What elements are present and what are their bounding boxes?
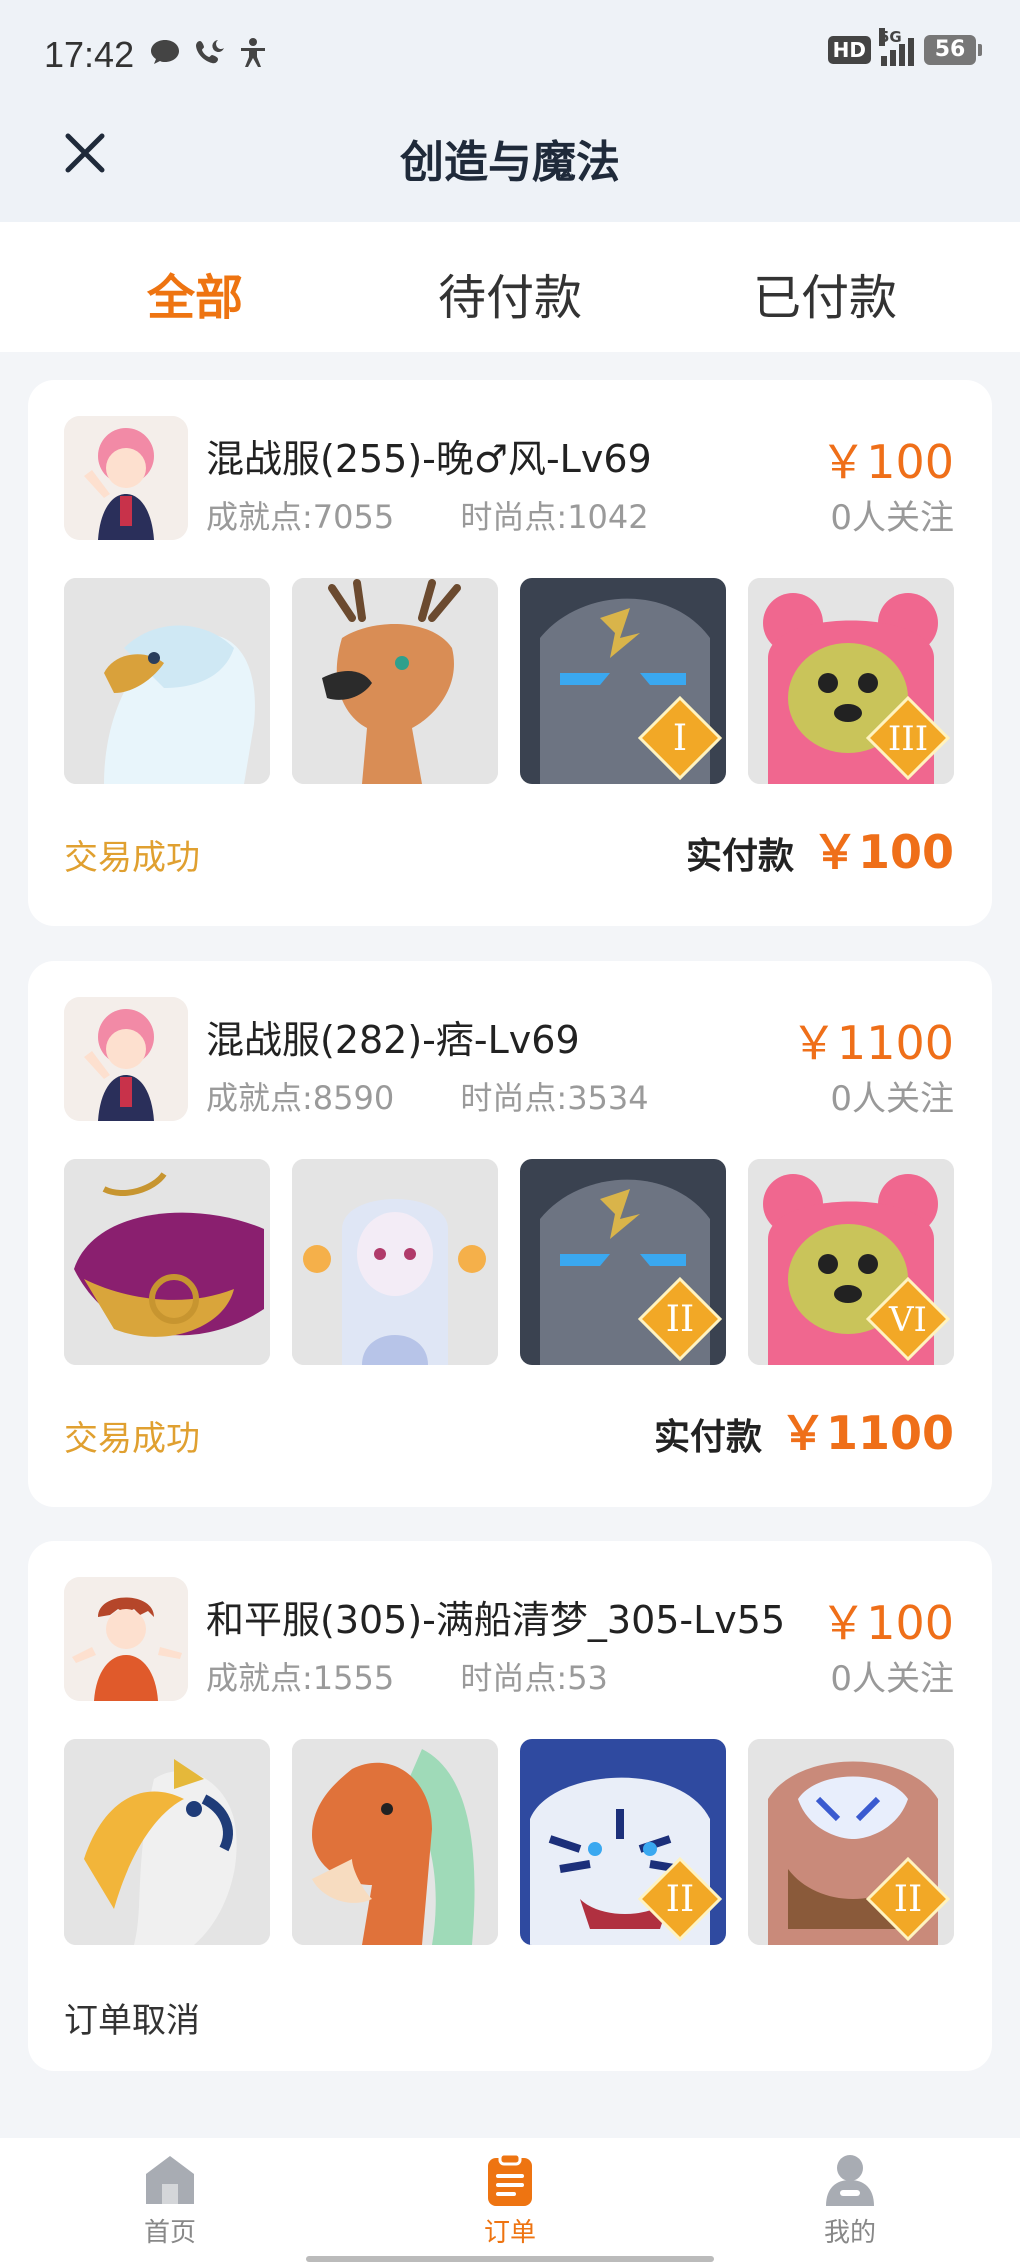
fashion-points: 时尚点:53 bbox=[460, 1659, 608, 1697]
follower-count: 0人关注 bbox=[830, 498, 954, 538]
nav-home[interactable]: 首页 bbox=[70, 2152, 270, 2249]
girl-character-icon bbox=[64, 416, 188, 540]
nav-profile[interactable]: 我的 bbox=[750, 2152, 950, 2249]
account-stats: 成就点:8590 时尚点:3534 bbox=[206, 1073, 649, 1119]
pet-thumbnail[interactable] bbox=[292, 1739, 498, 1945]
pet-rank: II bbox=[666, 1299, 694, 1340]
order-price: ￥1100 bbox=[790, 1016, 954, 1070]
character-avatar bbox=[64, 997, 188, 1121]
pet-rank: II bbox=[894, 1879, 922, 1920]
deer-pet-icon bbox=[292, 578, 498, 784]
pet-thumbnail[interactable]: III bbox=[748, 578, 954, 784]
stone-beast-pet-icon: I bbox=[520, 578, 726, 784]
status-bar: 17:42 HD 5G 56 bbox=[0, 0, 1020, 110]
white-tiger-pet-icon: II bbox=[520, 1739, 726, 1945]
home-indicator[interactable] bbox=[306, 2256, 714, 2262]
account-stats: 成就点:1555 时尚点:53 bbox=[206, 1653, 608, 1699]
nav-orders[interactable]: 订单 bbox=[410, 2152, 610, 2249]
golden-whale-pet-icon bbox=[64, 1159, 270, 1365]
paid-label: 实付款 bbox=[685, 836, 794, 877]
header-bar: 创造与魔法 bbox=[0, 110, 1020, 222]
message-icon bbox=[151, 40, 179, 64]
page-title: 创造与魔法 bbox=[400, 137, 620, 188]
white-eagle-pet-icon bbox=[64, 578, 270, 784]
paid-amount: ￥1100 bbox=[779, 1406, 954, 1460]
order-status: 交易成功 bbox=[64, 1419, 200, 1459]
girl-character-icon bbox=[64, 997, 188, 1121]
achievement-points: 成就点:8590 bbox=[206, 1079, 395, 1117]
account-name: 混战服(282)-痞-Lv69 bbox=[206, 1018, 580, 1062]
order-price: ￥100 bbox=[820, 435, 954, 489]
pet-thumbnail[interactable]: II bbox=[520, 1739, 726, 1945]
order-icon bbox=[488, 2152, 532, 2206]
pet-thumbnail[interactable]: I bbox=[520, 578, 726, 784]
follower-count: 0人关注 bbox=[830, 1079, 954, 1119]
pink-bear-pet-icon: VI bbox=[748, 1159, 954, 1365]
character-avatar bbox=[64, 416, 188, 540]
battery-icon: 56 bbox=[924, 35, 982, 65]
status-right: HD 5G 56 bbox=[827, 28, 982, 66]
order-tabs: 全部 待付款 已付款 bbox=[0, 222, 1020, 352]
paid-summary: 实付款 ￥1100 bbox=[654, 1397, 954, 1463]
account-stats: 成就点:7055 时尚点:1042 bbox=[206, 492, 649, 538]
order-status: 订单取消 bbox=[64, 2001, 200, 2041]
achievement-points: 成就点:7055 bbox=[206, 498, 395, 536]
pet-rank: II bbox=[666, 1879, 694, 1920]
orange-horse-pet-icon bbox=[292, 1739, 498, 1945]
accessibility-icon bbox=[241, 38, 265, 67]
signal-icon: 5G bbox=[879, 28, 914, 66]
profile-icon bbox=[826, 2155, 874, 2206]
call-moon-icon bbox=[196, 40, 224, 64]
order-card[interactable]: 混战服(255)-晚♂风-Lv69 成就点:7055 时尚点:1042 ￥100… bbox=[28, 380, 992, 926]
order-status: 交易成功 bbox=[64, 838, 200, 878]
pet-thumbnail[interactable] bbox=[64, 1739, 270, 1945]
paid-amount: ￥100 bbox=[811, 825, 954, 879]
hd-badge: HD bbox=[827, 36, 871, 64]
account-name: 和平服(305)-满船清梦_305-Lv55 bbox=[206, 1598, 786, 1642]
character-avatar bbox=[64, 1577, 188, 1701]
home-icon bbox=[146, 2156, 194, 2204]
pet-rank: III bbox=[888, 719, 928, 759]
paid-summary: 实付款 ￥100 bbox=[686, 816, 954, 882]
nav-profile-label: 我的 bbox=[823, 2218, 876, 2248]
tab-pending-payment[interactable]: 待付款 bbox=[360, 258, 660, 328]
order-price: ￥100 bbox=[820, 1596, 954, 1650]
pet-list: I III bbox=[64, 578, 956, 784]
order-card[interactable]: 混战服(282)-痞-Lv69 成就点:8590 时尚点:3534 ￥1100 … bbox=[28, 961, 992, 1507]
lion-beast-pet-icon: II bbox=[748, 1739, 954, 1945]
bottom-nav: 首页 订单 我的 bbox=[0, 2138, 1020, 2267]
tab-paid[interactable]: 已付款 bbox=[675, 258, 975, 328]
pet-thumbnail[interactable]: II bbox=[520, 1159, 726, 1365]
order-card[interactable]: 和平服(305)-满船清梦_305-Lv55 成就点:1555 时尚点:53 ￥… bbox=[28, 1541, 992, 2071]
tab-all[interactable]: 全部 bbox=[45, 258, 345, 328]
status-time: 17:42 bbox=[44, 34, 135, 75]
fashion-points: 时尚点:1042 bbox=[460, 498, 649, 536]
pet-thumbnail[interactable] bbox=[64, 578, 270, 784]
paid-label: 实付款 bbox=[653, 1417, 762, 1458]
white-spirit-pet-icon bbox=[292, 1159, 498, 1365]
nav-orders-label: 订单 bbox=[483, 2218, 536, 2248]
top-area: 17:42 HD 5G 56 创造与魔法 bbox=[0, 0, 1020, 222]
pet-thumbnail[interactable] bbox=[292, 578, 498, 784]
pet-thumbnail[interactable] bbox=[64, 1159, 270, 1365]
boy-character-icon bbox=[64, 1577, 188, 1701]
pet-rank: I bbox=[673, 718, 687, 759]
network-type: 5G bbox=[879, 28, 902, 46]
pet-list: II VI bbox=[64, 1159, 956, 1365]
pet-thumbnail[interactable]: II bbox=[748, 1739, 954, 1945]
stone-beast-pet-icon: II bbox=[520, 1159, 726, 1365]
pink-bear-pet-icon: III bbox=[748, 578, 954, 784]
hornbill-pet-icon bbox=[64, 1739, 270, 1945]
follower-count: 0人关注 bbox=[830, 1659, 954, 1699]
nav-home-label: 首页 bbox=[143, 2218, 196, 2248]
pet-thumbnail[interactable]: VI bbox=[748, 1159, 954, 1365]
account-name: 混战服(255)-晚♂风-Lv69 bbox=[206, 437, 652, 481]
fashion-points: 时尚点:3534 bbox=[460, 1079, 649, 1117]
pet-rank: VI bbox=[888, 1300, 927, 1340]
pet-list: II II bbox=[64, 1739, 956, 1945]
pet-thumbnail[interactable] bbox=[292, 1159, 498, 1365]
achievement-points: 成就点:1555 bbox=[206, 1659, 395, 1697]
